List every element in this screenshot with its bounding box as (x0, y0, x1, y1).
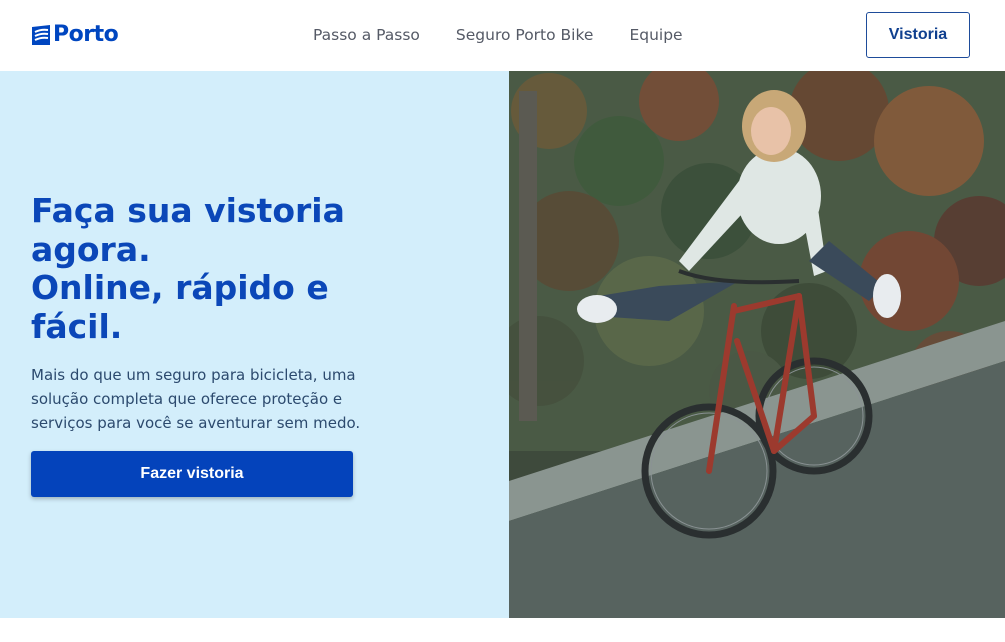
fazer-vistoria-button[interactable]: Fazer vistoria (31, 451, 353, 497)
hero-photo-woman-on-bicycle (509, 71, 1005, 618)
hero-section: Faça sua vistoria agora. Online, rápido … (0, 71, 1005, 618)
hero-title-line: Faça sua vistoria (31, 191, 345, 230)
hero-description: Mais do que um seguro para bicicleta, um… (31, 366, 361, 432)
porto-logo[interactable]: Porto (31, 22, 119, 48)
vistoria-button[interactable]: Vistoria (866, 12, 970, 58)
hero-text-panel: Faça sua vistoria agora. Online, rápido … (0, 71, 509, 618)
bicycle-photo-illustration (509, 71, 1005, 618)
nav-item-seguro-porto-bike[interactable]: Seguro Porto Bike (456, 24, 594, 46)
main-nav: Passo a Passo Seguro Porto Bike Equipe (313, 24, 719, 46)
porto-logo-icon (32, 25, 50, 45)
hero-title: Faça sua vistoria agora. Online, rápido … (31, 191, 471, 346)
hero-title-line: Online, rápido e (31, 268, 329, 307)
brand-name: Porto (53, 22, 119, 47)
nav-item-passo-a-passo[interactable]: Passo a Passo (313, 24, 420, 46)
nav-item-equipe[interactable]: Equipe (629, 24, 682, 46)
site-header: Porto Passo a Passo Seguro Porto Bike Eq… (0, 0, 1005, 71)
hero-title-line: agora. (31, 229, 151, 269)
page-bottom-band (0, 618, 1005, 642)
hero-title-line: fácil. (31, 306, 123, 346)
